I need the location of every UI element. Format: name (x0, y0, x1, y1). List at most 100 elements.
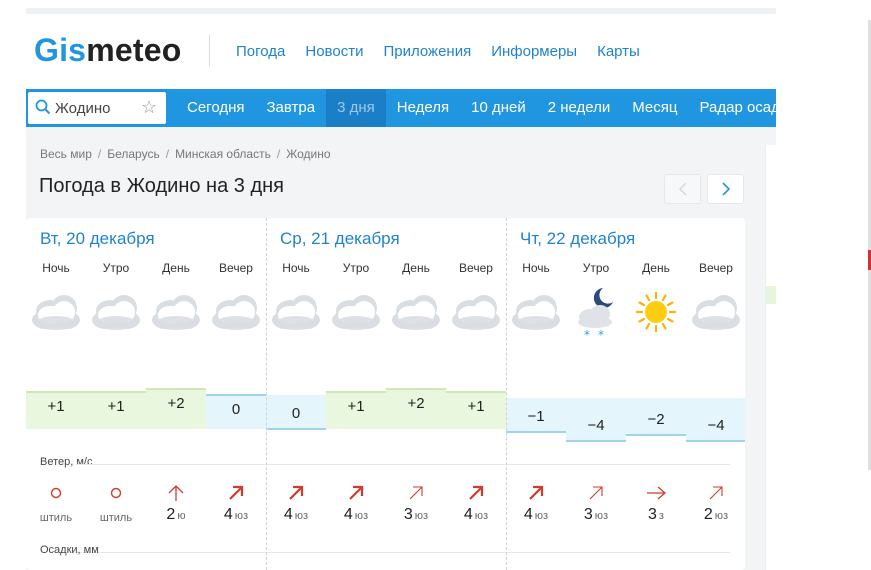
chevron-right-icon (721, 182, 730, 196)
breadcrumb-world[interactable]: Весь мир (40, 147, 92, 161)
wind-divider-top (76, 464, 730, 465)
cloud-icon (446, 282, 506, 342)
wind-value: 2ю (146, 506, 206, 524)
wind-direction: з (658, 510, 664, 522)
top-nav-apps[interactable]: Приложения (383, 43, 471, 60)
wind-value: штиль (26, 506, 86, 524)
cloud-icon (506, 282, 566, 342)
period-label-evening: Вечер (699, 261, 733, 275)
wind-speed: 4 (223, 506, 233, 523)
top-nav-news[interactable]: Новости (305, 43, 363, 60)
wind-speed: 4 (283, 506, 293, 523)
temperature-value: +2 (167, 395, 185, 412)
arrow-ne-light-icon (566, 483, 626, 503)
period-label-night: Ночь (42, 261, 70, 275)
temperature-value: +1 (467, 398, 485, 415)
logo-part-meteo: meteo (86, 32, 182, 68)
tab-2-weeks[interactable]: 2 недели (537, 89, 622, 127)
cloud-icon (26, 282, 86, 342)
arrow-right-icon (626, 483, 686, 503)
arrow-ne-icon (326, 483, 386, 503)
cloud-icon (206, 282, 266, 342)
arrow-ne-icon (506, 483, 566, 503)
top-strip (26, 8, 776, 14)
top-nav-maps[interactable]: Карты (597, 43, 640, 60)
tab-week[interactable]: Неделя (386, 89, 460, 127)
wind-direction: юз (474, 510, 489, 522)
breadcrumb-region[interactable]: Минская область (175, 147, 271, 161)
wind-calm: штиль (99, 512, 133, 524)
temperature-value: +1 (347, 398, 365, 415)
tab-tomorrow[interactable]: Завтра (256, 89, 327, 127)
arrow-ne-icon (446, 483, 506, 503)
wind-value: 3 юз (566, 506, 626, 524)
wind-direction: юз (714, 510, 729, 522)
forecast-tabs: Сегодня Завтра 3 дня Неделя 10 дней 2 не… (176, 89, 776, 127)
cloud-icon (146, 282, 206, 342)
day-title[interactable]: Чт, 22 декабря (520, 229, 635, 249)
star-icon[interactable]: ☆ (141, 97, 157, 118)
wind-direction: ю (177, 510, 186, 522)
logo[interactable]: Gismeteo (34, 32, 181, 69)
top-nav-weather[interactable]: Погода (236, 43, 285, 60)
wind-value: 3з (626, 506, 686, 524)
search-icon (35, 99, 51, 120)
sun-icon (626, 282, 686, 342)
wind-direction: юз (234, 510, 249, 522)
tab-radar[interactable]: Радар осадков (689, 89, 777, 127)
temperature-value: +1 (47, 398, 65, 415)
wind-value: 4 юз (206, 506, 266, 524)
wind-speed: 3 (583, 506, 593, 523)
arrow-up-icon (146, 483, 206, 503)
breadcrumb: Весь мир / Беларусь / Минская область / Жод… (40, 147, 331, 161)
next-button[interactable] (707, 174, 744, 204)
tab-today[interactable]: Сегодня (176, 89, 256, 127)
day-title[interactable]: Ср, 21 декабря (280, 229, 400, 249)
wind-direction: юз (594, 510, 609, 522)
header: Gismeteo Погода Новости Приложения Инфор… (26, 20, 776, 86)
page-title: Погода в Жодино на 3 дня (39, 175, 285, 197)
period-label-day: День (402, 261, 430, 275)
prev-button[interactable] (664, 174, 701, 204)
day-title[interactable]: Вт, 20 декабря (40, 229, 155, 249)
temperature-value: −1 (527, 408, 545, 425)
chevron-left-icon (678, 182, 687, 196)
tab-10-days[interactable]: 10 дней (460, 89, 537, 127)
period-label-night: Ночь (522, 261, 550, 275)
moon-cloud-snow-icon: * * (566, 282, 626, 342)
breadcrumb-separator: / (276, 147, 281, 161)
period-label-morning: Утро (102, 261, 130, 275)
period-label-evening: Вечер (459, 261, 493, 275)
right-panel (776, 0, 871, 570)
side-card-highlight (765, 286, 776, 304)
temperature-value: −2 (647, 411, 665, 428)
search-input[interactable]: Жодино ☆ (28, 92, 166, 124)
side-card (765, 145, 776, 570)
wind-value: штиль (86, 506, 146, 524)
arrow-ne-light-icon (386, 483, 446, 503)
tab-month[interactable]: Месяц (621, 89, 688, 127)
precip-divider (76, 552, 730, 553)
calm-icon (86, 483, 146, 503)
wind-value: 3 юз (386, 506, 446, 524)
breadcrumb-separator: / (97, 147, 102, 161)
logo-part-gis: Gis (34, 32, 87, 68)
temperature-value: 0 (291, 405, 301, 422)
tab-3-days[interactable]: 3 дня (326, 89, 386, 127)
top-nav-informers[interactable]: Информеры (491, 43, 577, 60)
wind-speed: 3 (403, 506, 413, 523)
wind-direction: юз (294, 510, 309, 522)
wind-speed: 4 (463, 506, 473, 523)
period-label-morning: Утро (342, 261, 370, 275)
breadcrumb-country[interactable]: Беларусь (107, 147, 159, 161)
wind-direction: юз (534, 510, 549, 522)
top-nav: Погода Новости Приложения Информеры Карт… (236, 43, 640, 60)
wind-speed: 2 (703, 506, 713, 523)
cloud-icon (266, 282, 326, 342)
calm-icon (26, 483, 86, 503)
period-label-day: День (162, 261, 190, 275)
cloud-icon (386, 282, 446, 342)
header-divider (209, 35, 210, 67)
wind-direction: юз (414, 510, 429, 522)
wind-speed: 2 (166, 506, 176, 523)
